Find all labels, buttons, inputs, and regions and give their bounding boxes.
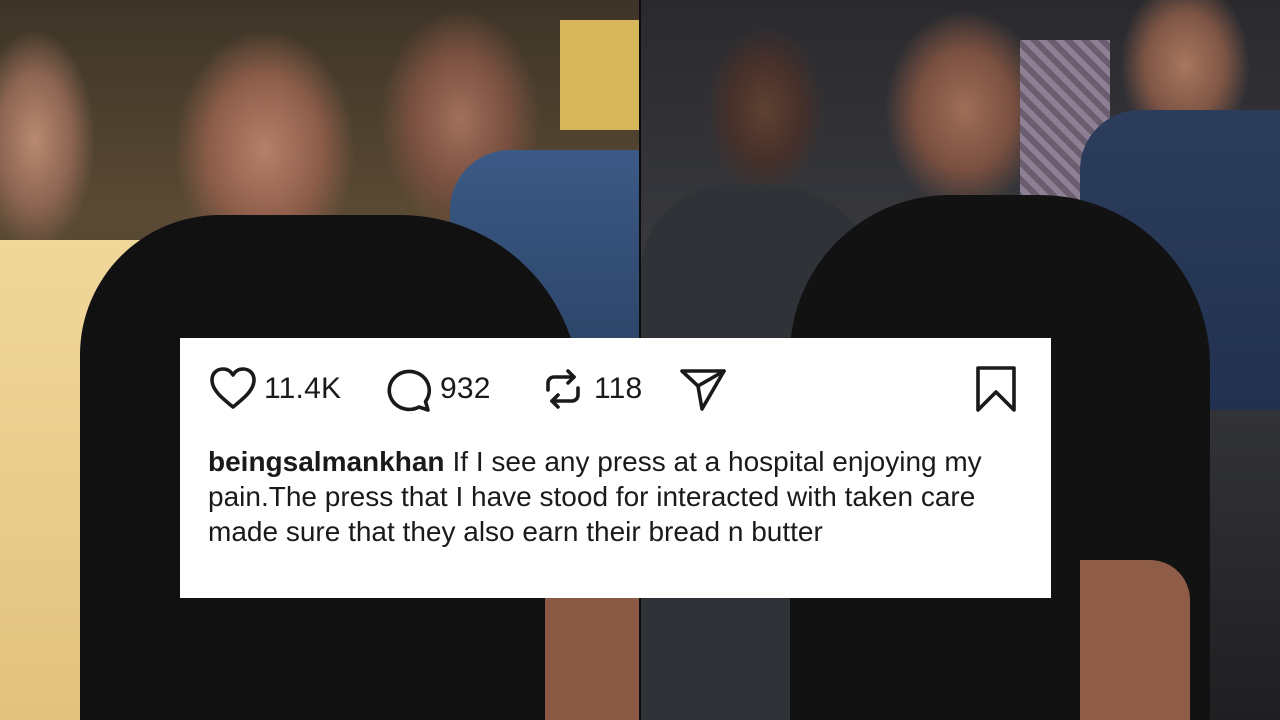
like-count: 11.4K	[264, 372, 342, 405]
like-button[interactable]: 11.4K	[208, 362, 341, 416]
heart-icon	[208, 364, 258, 414]
arm	[1080, 560, 1190, 720]
save-button[interactable]	[971, 362, 1021, 416]
screenshot-stage: 11.4K 932 118 beingsalmankhan If I see a…	[0, 0, 1280, 720]
bookmark-icon	[971, 364, 1021, 414]
caption-username[interactable]: beingsalmankhan	[208, 446, 445, 477]
post-card: 11.4K 932 118 beingsalmankhan If I see a…	[180, 338, 1051, 598]
background-sign	[560, 20, 640, 130]
comment-button[interactable]: 932	[384, 362, 491, 416]
send-icon	[678, 364, 728, 414]
comment-count: 932	[440, 372, 491, 405]
post-actions-bar: 11.4K 932 118	[208, 362, 1021, 416]
repost-icon	[538, 364, 588, 414]
comment-bubble-icon	[384, 364, 434, 414]
post-caption: beingsalmankhan If I see any press at a h…	[208, 444, 1028, 549]
repost-count: 118	[594, 372, 643, 405]
repost-button[interactable]: 118	[538, 362, 642, 416]
share-button[interactable]	[678, 362, 728, 416]
